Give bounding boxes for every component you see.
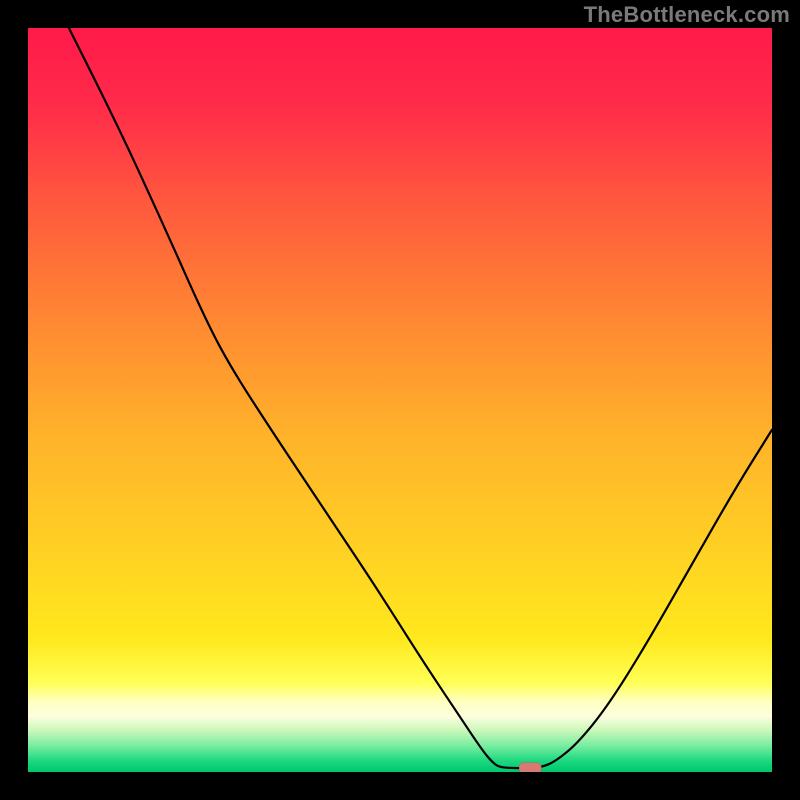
watermark-text: TheBottleneck.com	[584, 2, 790, 28]
minimum-marker	[519, 763, 541, 772]
chart-svg	[28, 28, 772, 772]
plot-area	[28, 28, 772, 772]
gradient-background	[28, 28, 772, 772]
chart-frame: TheBottleneck.com	[0, 0, 800, 800]
